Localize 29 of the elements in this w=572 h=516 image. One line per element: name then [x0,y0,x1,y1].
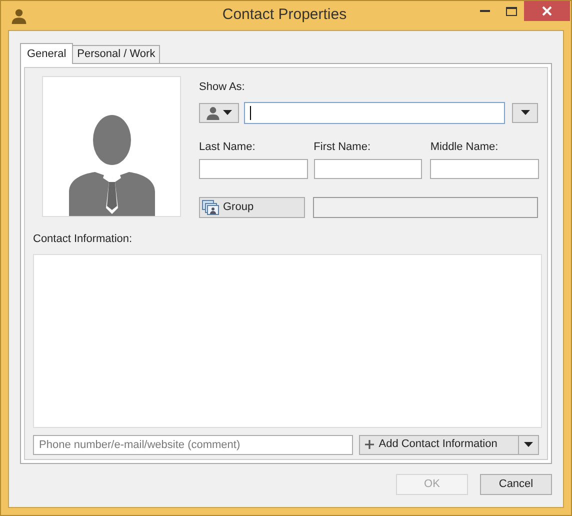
minimize-icon [480,10,490,12]
maximize-icon [506,6,516,16]
caret-icon [223,110,232,115]
show-as-field[interactable] [244,102,505,124]
person-icon [206,106,220,120]
tab[interactable]: General [20,43,74,64]
name-label: Last Name: [199,140,256,154]
show-as-label: Show As: [199,80,246,95]
dialog-button[interactable]: Cancel [480,474,552,495]
contact-information-label: Contact Information: [33,232,134,247]
contact-type-dropdown[interactable] [199,102,239,122]
name-label: Middle Name: [430,140,500,154]
show-as-dropdown-button[interactable] [512,102,538,122]
plus-icon [364,440,374,449]
name-field[interactable] [199,159,308,179]
person-icon [11,8,27,24]
window-title: Contact Properties [222,5,347,26]
close-button[interactable] [524,1,570,21]
caret-icon [520,110,530,115]
name-field[interactable] [430,159,540,179]
name-label: First Name: [314,140,372,154]
contact-information-field[interactable]: Phone number/e-mail/website (comment) [33,434,353,454]
group-icon [202,200,219,215]
close-icon [542,6,552,16]
caret-icon [524,442,533,447]
tab[interactable]: Personal / Work [73,45,160,63]
group-button[interactable]: Group [199,197,305,218]
photo-frame[interactable] [42,76,181,217]
name-field[interactable] [314,159,422,179]
